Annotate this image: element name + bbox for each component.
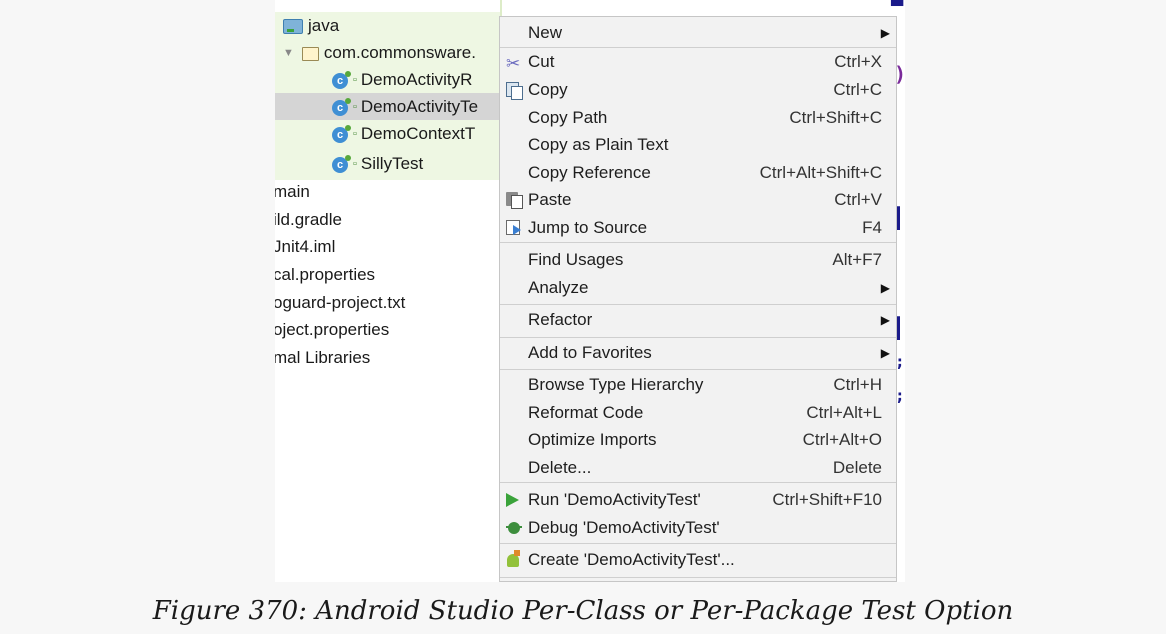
menu-separator — [500, 304, 896, 305]
tree-item-main[interactable]: main — [275, 178, 310, 205]
figure-caption: Figure 370: Android Studio Per-Class or … — [152, 596, 1014, 626]
menu-separator — [500, 577, 896, 578]
test-class-icon: c — [332, 154, 351, 173]
menu-item-jump-to-source[interactable]: Jump to Source F4 — [500, 214, 896, 242]
tree-item-package[interactable]: ▼ com.commonsware. — [275, 39, 500, 66]
run-icon — [506, 493, 519, 507]
menu-item-run-test[interactable]: Run 'DemoActivityTest' Ctrl+Shift+F10 — [500, 486, 896, 514]
menu-item-optimize-imports[interactable]: Optimize Imports Ctrl+Alt+O — [500, 426, 896, 454]
tree-item-class[interactable]: c ▫ DemoActivityR — [275, 66, 500, 93]
expand-arrow-icon[interactable]: ▼ — [283, 47, 294, 59]
menu-item-new[interactable]: New ▶ — [500, 19, 896, 47]
menu-item-copy-plain-text[interactable]: Copy as Plain Text — [500, 131, 896, 159]
access-icon: ▫ — [353, 158, 357, 171]
access-icon: ▫ — [353, 74, 357, 87]
menu-separator — [500, 337, 896, 338]
test-class-icon: c — [332, 70, 351, 89]
menu-item-debug-test[interactable]: Debug 'DemoActivityTest' — [500, 514, 896, 542]
copy-icon — [506, 82, 523, 100]
jump-to-source-icon — [506, 220, 521, 235]
menu-separator — [500, 369, 896, 370]
submenu-arrow-icon: ▶ — [880, 313, 890, 327]
menu-item-reformat-code[interactable]: Reformat Code Ctrl+Alt+L — [500, 399, 896, 427]
menu-item-find-usages[interactable]: Find Usages Alt+F7 — [500, 246, 896, 274]
tree-item-proguard[interactable]: oguard-project.txt — [275, 289, 405, 316]
tree-item-class[interactable]: c ▫ SillyTest — [275, 150, 500, 177]
scissors-icon — [506, 50, 522, 78]
menu-separator — [500, 482, 896, 483]
tree-item-external-libraries[interactable]: mal Libraries — [275, 344, 370, 371]
tree-item-local-properties[interactable]: cal.properties — [275, 261, 375, 288]
menu-item-delete[interactable]: Delete... Delete — [500, 454, 896, 482]
menu-item-paste[interactable]: Paste Ctrl+V — [500, 186, 896, 214]
test-class-icon: c — [332, 97, 351, 116]
menu-item-copy-reference[interactable]: Copy Reference Ctrl+Alt+Shift+C — [500, 159, 896, 187]
menu-item-create-configuration[interactable]: Create 'DemoActivityTest'... — [500, 546, 896, 574]
menu-item-cut[interactable]: CutCtrl+X — [500, 48, 896, 78]
ide-screenshot: java ▼ com.commonsware. c ▫ DemoActivityR c… — [275, 0, 905, 582]
tree-item-build-gradle[interactable]: ild.gradle — [275, 206, 342, 233]
android-icon — [507, 550, 520, 567]
menu-item-refactor[interactable]: Refactor ▶ — [500, 306, 896, 334]
menu-item-copy[interactable]: Copy Ctrl+C — [500, 76, 896, 104]
menu-item-add-to-favorites[interactable]: Add to Favorites ▶ — [500, 339, 896, 367]
menu-item-browse-type-hierarchy[interactable]: Browse Type Hierarchy Ctrl+H — [500, 371, 896, 399]
source-folder-icon — [283, 19, 303, 35]
menu-separator — [500, 242, 896, 243]
debug-icon — [506, 522, 522, 534]
tree-item-project-properties[interactable]: oject.properties — [275, 316, 389, 343]
menu-separator — [500, 543, 896, 544]
tree-item-java[interactable]: java — [275, 12, 500, 39]
access-icon: ▫ — [353, 128, 357, 141]
submenu-arrow-icon: ▶ — [880, 346, 890, 360]
menu-item-copy-path[interactable]: Copy Path Ctrl+Shift+C — [500, 104, 896, 132]
submenu-arrow-icon: ▶ — [880, 26, 890, 40]
test-class-icon: c — [332, 124, 351, 143]
access-icon: ▫ — [353, 101, 357, 114]
clipboard-icon — [506, 192, 523, 209]
submenu-arrow-icon: ▶ — [880, 281, 890, 295]
context-menu: New▶ CutCtrl+X CopyCtrl+C Copy PathCtrl+… — [499, 16, 897, 582]
package-icon — [301, 46, 319, 61]
menu-item-analyze[interactable]: Analyze ▶ — [500, 274, 896, 302]
tree-item-class-selected[interactable]: c ▫ DemoActivityTe — [275, 93, 500, 120]
tree-item-iml[interactable]: Jnit4.iml — [275, 233, 335, 260]
tree-item-class[interactable]: c ▫ DemoContextT — [275, 120, 500, 147]
